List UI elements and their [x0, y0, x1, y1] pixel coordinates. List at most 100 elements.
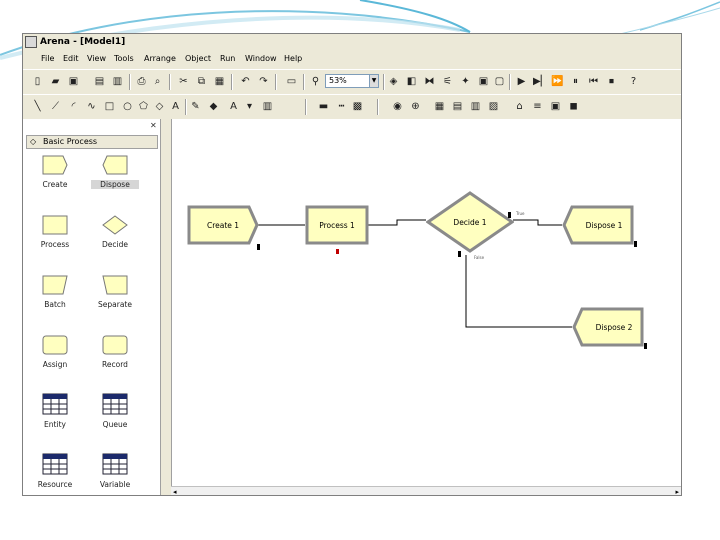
chevron-down-icon[interactable]: ▾: [243, 100, 256, 113]
dispose-2-module[interactable]: Dispose 2: [572, 307, 644, 347]
annotation-icon[interactable]: ▢: [493, 75, 506, 88]
false-exit-point[interactable]: [458, 251, 461, 257]
ellipse-icon[interactable]: ○: [121, 100, 134, 113]
plot-icon[interactable]: ▤: [451, 100, 464, 113]
fill-pattern-icon[interactable]: ▩: [351, 100, 364, 113]
project-bar-panel: ✕ ◇ Basic Process Create Dispose Process…: [23, 119, 161, 495]
step-icon[interactable]: ▶▏: [533, 75, 548, 88]
bezier-icon[interactable]: ∿: [85, 100, 98, 113]
menu-edit[interactable]: Edit: [63, 51, 79, 67]
decide-module[interactable]: Decide 1: [426, 191, 514, 253]
toolbar-separator: [377, 99, 379, 115]
false-branch-label: False: [474, 255, 485, 260]
menu-view[interactable]: View: [87, 51, 106, 67]
animate-connectors-icon[interactable]: ✦: [459, 75, 472, 88]
view-region-icon[interactable]: ▭: [285, 75, 298, 88]
zoom-icon[interactable]: ⚲: [309, 75, 322, 88]
panel-splitter[interactable]: [161, 119, 171, 495]
menu-object[interactable]: Object: [185, 51, 211, 67]
close-icon[interactable]: ✕: [150, 121, 157, 130]
help-pointer-icon[interactable]: ?: [627, 75, 640, 88]
new-file-icon[interactable]: ▯: [31, 75, 44, 88]
process-module[interactable]: Process 1: [305, 205, 369, 245]
undo-icon[interactable]: ↶: [239, 75, 252, 88]
module-process[interactable]: Process: [31, 215, 79, 249]
module-decide[interactable]: Decide: [91, 215, 139, 249]
animate-icon[interactable]: ◉: [391, 100, 404, 113]
arc-icon[interactable]: ◜: [67, 100, 80, 113]
level-icon[interactable]: ▨: [487, 100, 500, 113]
fill-color-icon[interactable]: ◆: [207, 100, 220, 113]
resource-icon[interactable]: ⊕: [409, 100, 422, 113]
text-color-icon[interactable]: A: [227, 100, 240, 113]
histogram-icon[interactable]: ▥: [469, 100, 482, 113]
template-detach-icon[interactable]: ▥: [111, 75, 124, 88]
create-module[interactable]: Create 1: [187, 205, 259, 245]
split-icon[interactable]: ⚟: [441, 75, 454, 88]
menu-tools[interactable]: Tools: [114, 51, 134, 67]
print-preview-icon[interactable]: ⌕: [151, 75, 164, 88]
scroll-left-icon[interactable]: ◂: [173, 487, 177, 495]
module-create[interactable]: Create: [31, 155, 79, 189]
text-icon[interactable]: A: [169, 100, 182, 113]
exit-point[interactable]: [257, 244, 260, 250]
diamond-icon[interactable]: ◇: [153, 100, 166, 113]
module-record[interactable]: Record: [91, 335, 139, 369]
menu-run[interactable]: Run: [220, 51, 235, 67]
module-variable[interactable]: Variable: [91, 453, 139, 489]
submodel-open-icon[interactable]: ▣: [477, 75, 490, 88]
copy-icon[interactable]: ⧉: [195, 75, 208, 88]
resource-spreadsheet-icon: [42, 453, 68, 475]
module-entity[interactable]: Entity: [31, 393, 79, 429]
pause-icon[interactable]: ⏸: [569, 75, 582, 88]
template-attach-icon[interactable]: ▤: [93, 75, 106, 88]
menu-help[interactable]: Help: [284, 51, 302, 67]
line-width-icon[interactable]: ▬: [317, 100, 330, 113]
save-icon[interactable]: ▣: [67, 75, 80, 88]
module-batch[interactable]: Batch: [31, 275, 79, 309]
rectangle-icon[interactable]: □: [103, 100, 116, 113]
toolbar-separator: [231, 74, 233, 90]
module-queue[interactable]: Queue: [91, 393, 139, 429]
queue-icon[interactable]: ≡: [531, 100, 544, 113]
variable-icon[interactable]: ▦: [433, 100, 446, 113]
true-exit-point[interactable]: [508, 212, 511, 218]
start-over-icon[interactable]: ⏮: [587, 75, 600, 88]
line-icon[interactable]: ╲: [31, 100, 44, 113]
storage-icon[interactable]: ◼: [567, 100, 580, 113]
stop-icon[interactable]: ⏹: [605, 75, 618, 88]
line-color-icon[interactable]: ✎: [189, 100, 202, 113]
module-separate[interactable]: Separate: [91, 275, 139, 309]
station-icon[interactable]: ▣: [549, 100, 562, 113]
dispose-1-module[interactable]: Dispose 1: [562, 205, 634, 245]
layers-icon[interactable]: ◈: [387, 75, 400, 88]
title-bar: Arena - [Model1]: [23, 34, 681, 51]
module-assign[interactable]: Assign: [31, 335, 79, 369]
polygon-icon[interactable]: ⬠: [137, 100, 150, 113]
play-icon[interactable]: ▶: [515, 75, 528, 88]
menu-arrange[interactable]: Arrange: [144, 51, 176, 67]
model-canvas[interactable]: Create 1 Process 1 Decide 1 True False D…: [171, 119, 681, 486]
scroll-right-icon[interactable]: ▸: [675, 487, 679, 495]
horizontal-scrollbar[interactable]: ◂ ▸: [171, 486, 681, 495]
background-color-icon[interactable]: ▥: [261, 100, 274, 113]
line-style-icon[interactable]: ┅: [335, 100, 348, 113]
open-folder-icon[interactable]: ▰: [49, 75, 62, 88]
connect-icon[interactable]: ⧓: [423, 75, 436, 88]
submodel-icon[interactable]: ◧: [405, 75, 418, 88]
menu-file[interactable]: File: [41, 51, 54, 67]
fast-forward-icon[interactable]: ⏩: [551, 75, 564, 88]
print-icon[interactable]: ⎙: [135, 75, 148, 88]
chevron-down-icon[interactable]: ▼: [369, 74, 379, 88]
redo-icon[interactable]: ↷: [257, 75, 270, 88]
paste-icon[interactable]: ▦: [213, 75, 226, 88]
zoom-select[interactable]: 53%: [325, 74, 371, 88]
menu-window[interactable]: Window: [245, 51, 277, 67]
module-label: Assign: [42, 360, 68, 369]
cut-icon[interactable]: ✂: [177, 75, 190, 88]
global-icon[interactable]: ⌂: [513, 100, 526, 113]
panel-basic-process-header[interactable]: ◇ Basic Process: [26, 135, 158, 149]
module-resource[interactable]: Resource: [31, 453, 79, 489]
polyline-icon[interactable]: ⟋: [49, 100, 62, 113]
module-dispose[interactable]: Dispose: [91, 155, 139, 189]
